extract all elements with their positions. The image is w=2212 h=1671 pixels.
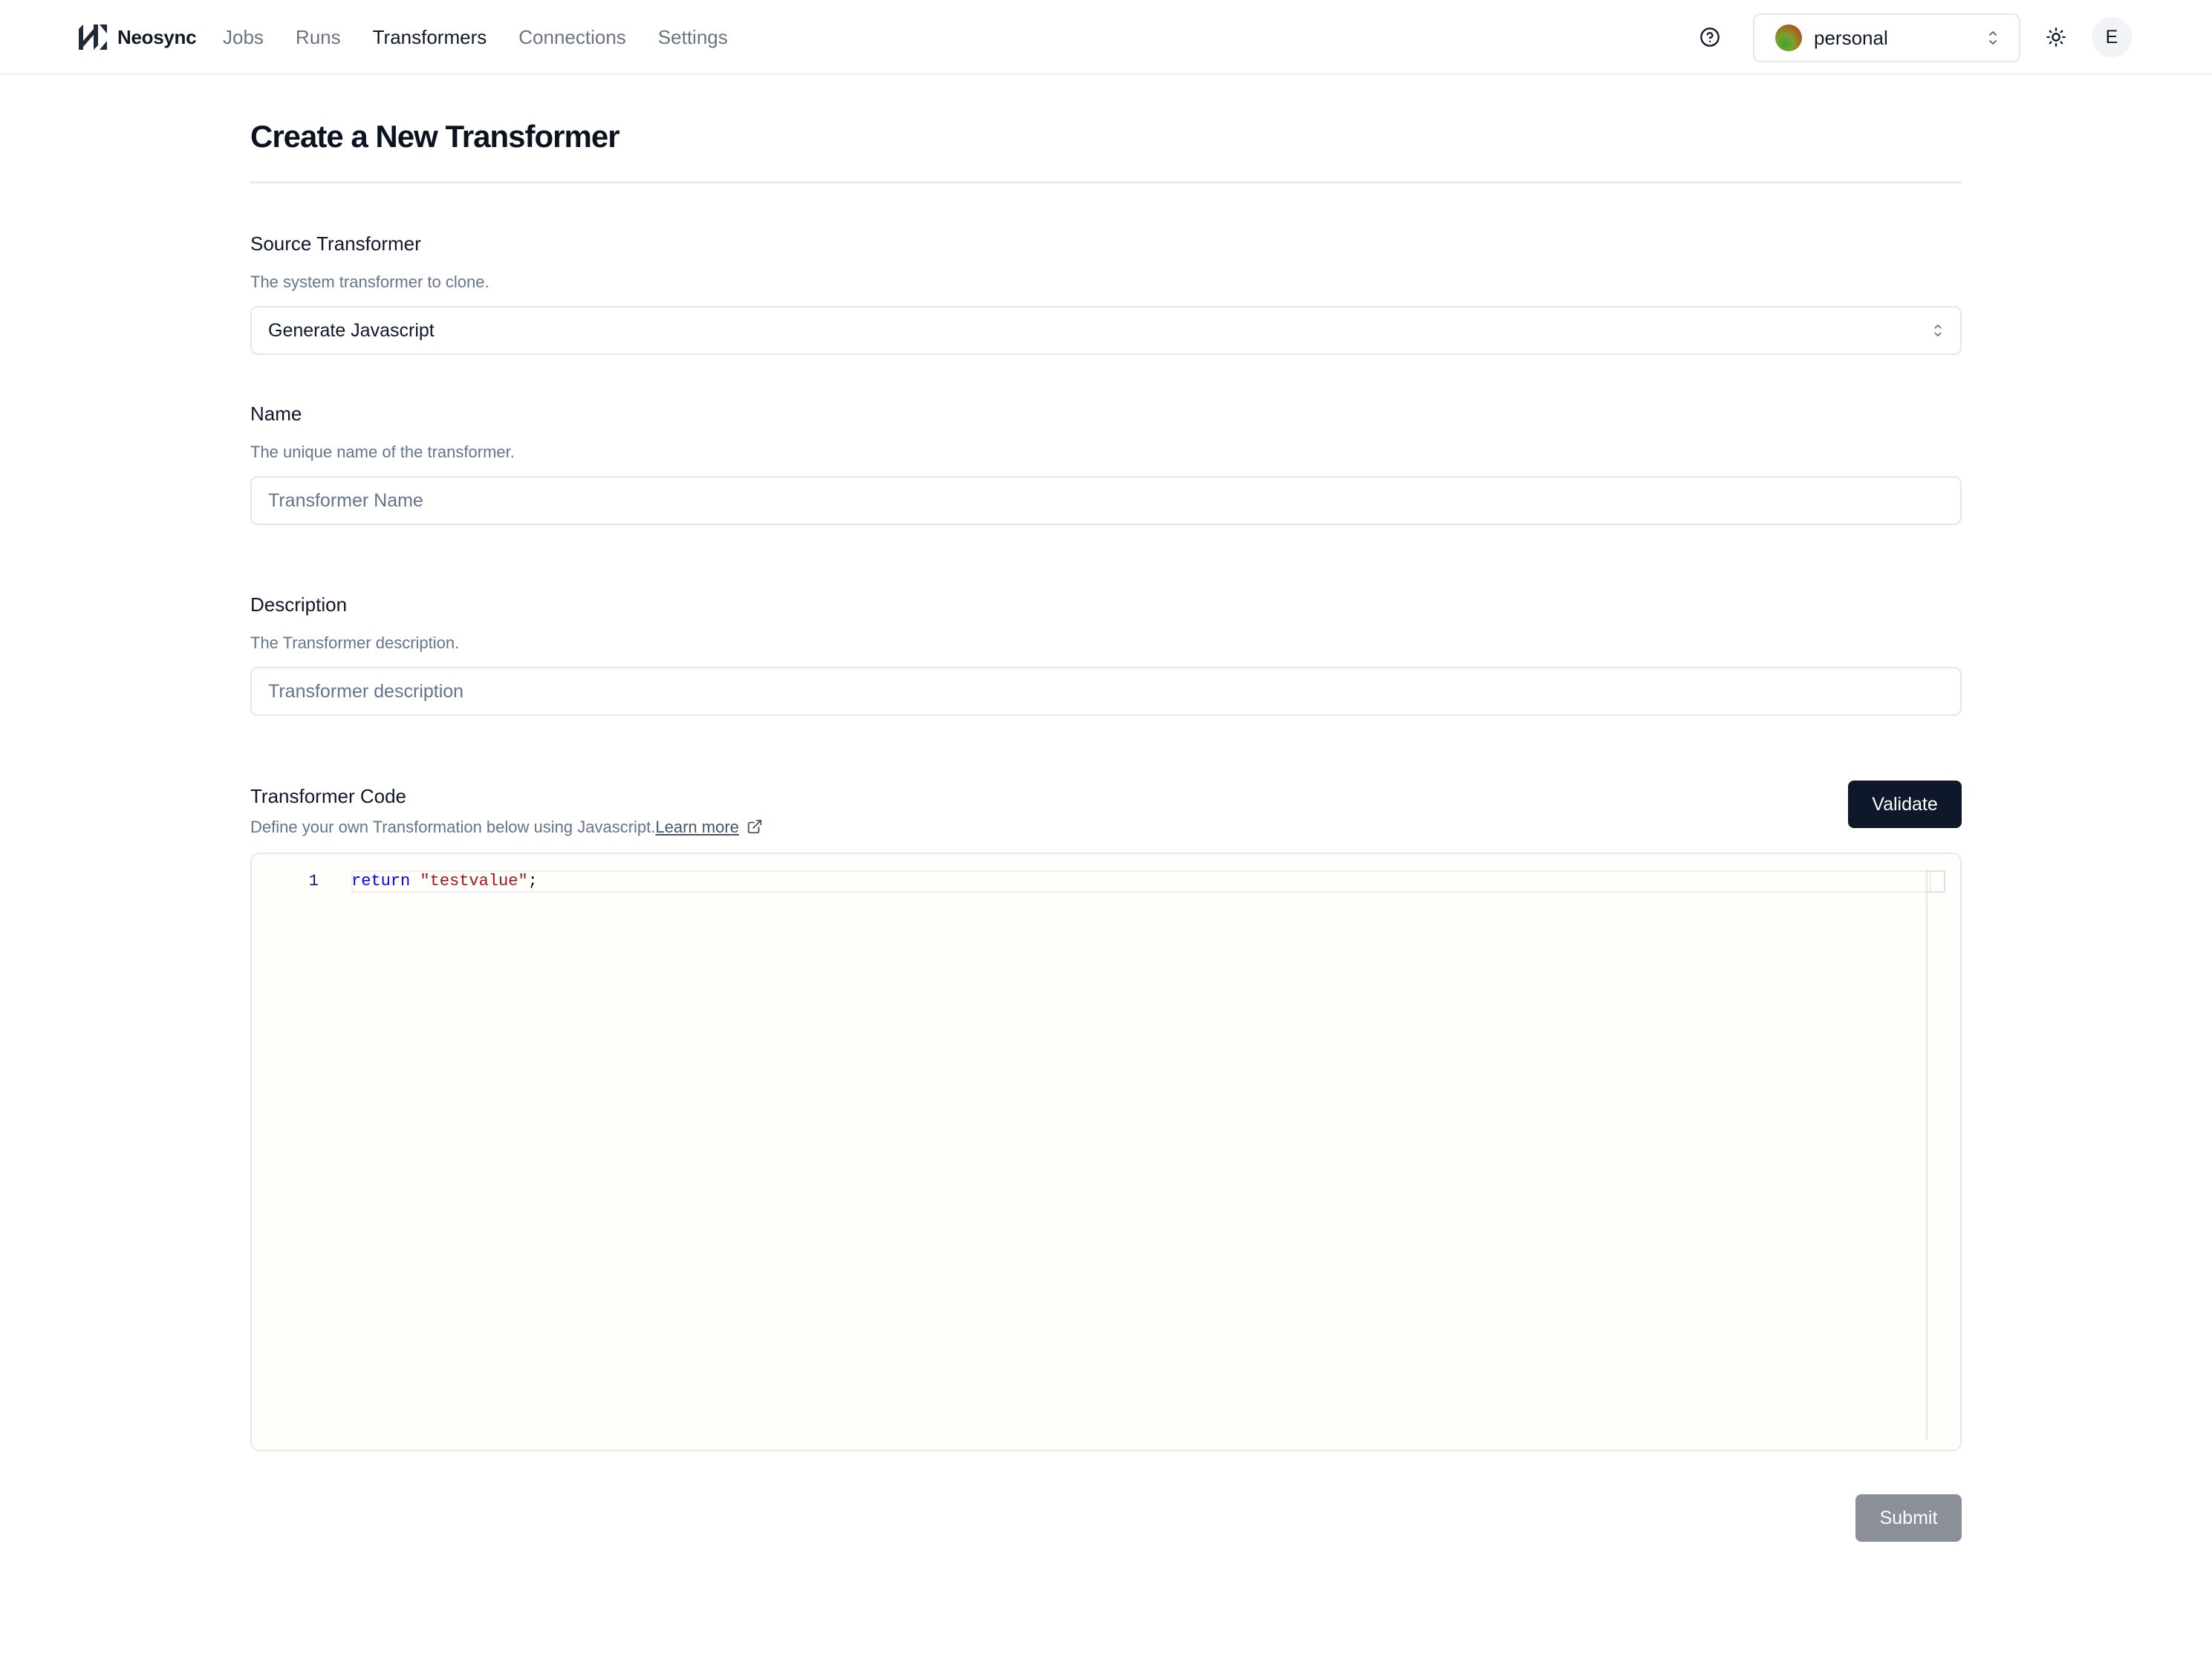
transformer-code-label: Transformer Code xyxy=(250,785,406,807)
nav-link-jobs[interactable]: Jobs xyxy=(223,26,264,49)
code-editor-background xyxy=(252,854,1960,1450)
main-nav: Jobs Runs Transformers Connections Setti… xyxy=(223,22,728,52)
description-help: The Transformer description. xyxy=(250,633,460,652)
nav-link-transformers[interactable]: Transformers xyxy=(373,26,487,49)
code-editor[interactable]: 1 return "testvalue"; xyxy=(250,853,1962,1451)
name-field-box xyxy=(250,476,1962,525)
brand-name: Neosync xyxy=(117,25,197,48)
source-transformer-value: Generate Javascript xyxy=(268,319,435,341)
nav-link-connections[interactable]: Connections xyxy=(518,26,626,49)
editor-minimap-slider[interactable] xyxy=(1926,870,1945,893)
code-line[interactable]: return "testvalue"; xyxy=(351,870,538,893)
line-number: 1 xyxy=(308,872,319,890)
current-line-highlight xyxy=(351,870,1931,893)
transformer-code-help-text: Define your own Transformation below usi… xyxy=(250,818,656,836)
neosync-logo-icon xyxy=(79,25,107,50)
name-input[interactable] xyxy=(268,489,1944,512)
chevrons-up-down-icon xyxy=(1989,31,1997,45)
theme-toggle-button[interactable] xyxy=(2041,22,2071,52)
chevrons-up-down-icon xyxy=(1934,325,1942,337)
description-label: Description xyxy=(250,593,348,616)
source-transformer-select[interactable]: Generate Javascript xyxy=(250,306,1962,355)
account-name: personal xyxy=(1814,26,1888,49)
sun-icon xyxy=(2046,27,2066,47)
name-label: Name xyxy=(250,403,302,425)
help-button[interactable] xyxy=(1695,22,1725,52)
source-transformer-help: The system transformer to clone. xyxy=(250,273,489,291)
learn-more-link[interactable]: Learn more xyxy=(655,818,739,836)
account-switcher[interactable]: personal xyxy=(1753,13,2020,62)
name-help: The unique name of the transformer. xyxy=(250,443,515,461)
top-navigation: Neosync Jobs Runs Transformers Connectio… xyxy=(0,0,2212,75)
user-avatar[interactable]: E xyxy=(2092,17,2132,57)
validate-button[interactable]: Validate xyxy=(1848,781,1962,828)
external-link-icon[interactable] xyxy=(746,818,763,835)
description-field-box xyxy=(250,667,1962,716)
description-input[interactable] xyxy=(268,680,1944,703)
code-string: "testvalue" xyxy=(420,872,528,890)
nav-link-runs[interactable]: Runs xyxy=(296,26,341,49)
transformer-code-help: Define your own Transformation below usi… xyxy=(250,818,763,837)
brand[interactable]: Neosync xyxy=(79,22,197,52)
app-root: Neosync Jobs Runs Transformers Connectio… xyxy=(0,0,2212,1671)
code-keyword: return xyxy=(351,872,411,890)
code-punctuation: ; xyxy=(527,872,538,890)
submit-button[interactable]: Submit xyxy=(1855,1494,1962,1542)
nav-link-settings[interactable]: Settings xyxy=(658,26,728,49)
editor-scrollbar[interactable] xyxy=(1926,869,1928,1441)
source-transformer-label: Source Transformer xyxy=(250,232,421,255)
page-title: Create a New Transformer xyxy=(250,119,620,154)
help-circle-icon xyxy=(1700,27,1720,47)
title-divider xyxy=(250,181,1962,183)
account-avatar xyxy=(1775,25,1802,51)
